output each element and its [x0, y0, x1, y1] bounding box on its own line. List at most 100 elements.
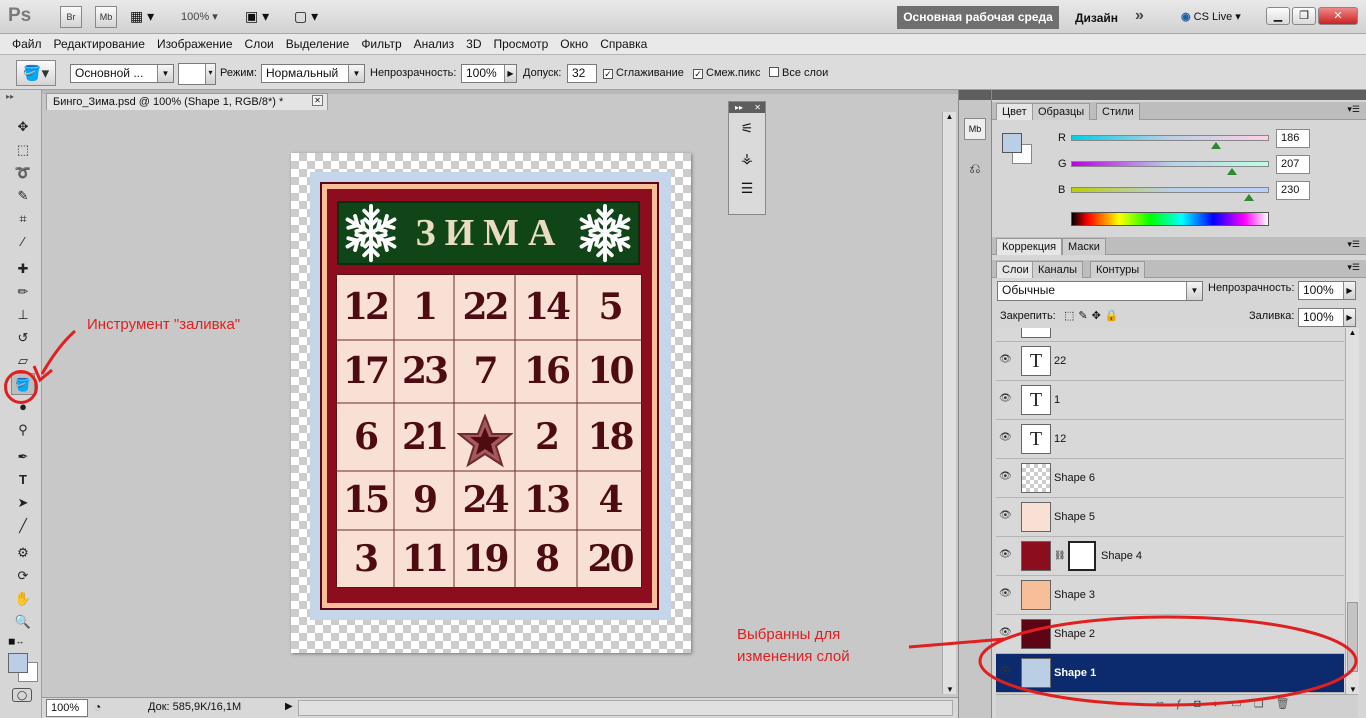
tool-preset-picker[interactable]: 🪣 ▾ [16, 60, 56, 86]
visibility-eye-icon[interactable]: 👁 [999, 588, 1012, 599]
shape-tool-icon[interactable]: ╱ [11, 515, 35, 537]
panel-menu-icon[interactable]: ▾☰ [1347, 104, 1360, 115]
tab-adjustments[interactable]: Коррекция [996, 238, 1063, 255]
view-extras-button[interactable]: ▦ ▾ [130, 8, 165, 26]
type-tool-icon[interactable]: T [11, 469, 35, 491]
pattern-picker[interactable]: ▾ [178, 63, 216, 85]
layer-mask-thumbnail[interactable] [1068, 541, 1096, 571]
panel-menu-icon[interactable]: ▾☰ [1347, 262, 1360, 273]
tab-color[interactable]: Цвет [996, 103, 1033, 120]
tab-channels[interactable]: Каналы [1032, 261, 1084, 278]
red-slider-handle[interactable] [1211, 142, 1221, 149]
more-workspaces-button[interactable]: » [1135, 7, 1144, 25]
move-tool-icon[interactable]: ✥ [11, 116, 35, 138]
minimize-button[interactable]: ▁ [1266, 7, 1290, 25]
workspace-design-button[interactable]: Дизайн [1075, 11, 1118, 25]
toolbox-collapse-icon[interactable]: ▸▸ [6, 92, 14, 101]
quick-mask-icon[interactable]: ◯ [12, 688, 32, 702]
layer-row[interactable]: 👁 T 12 [996, 420, 1344, 459]
menu-view[interactable]: Просмотр [487, 34, 554, 55]
quick-selection-tool-icon[interactable]: ✎ [11, 185, 35, 207]
menu-3d[interactable]: 3D [460, 34, 487, 55]
lock-position-icon[interactable]: ✥ [1092, 310, 1105, 322]
layer-row[interactable]: 👁 T 22 [996, 342, 1344, 381]
tab-paths[interactable]: Контуры [1090, 261, 1146, 278]
clone-stamp-tool-icon[interactable]: ⊥ [11, 304, 35, 326]
menu-filter[interactable]: Фильтр [355, 34, 407, 55]
history-panel-icon[interactable]: ⎌ [964, 160, 986, 182]
mask-link-icon[interactable]: ⛓ [1054, 550, 1065, 561]
lock-transparency-icon[interactable]: ⬚ [1064, 310, 1078, 322]
menu-file[interactable]: Файл [6, 34, 48, 55]
color-fg-swatch[interactable] [1002, 133, 1022, 153]
layer-row[interactable]: 👁 ⛓ Shape 4 [996, 537, 1344, 576]
status-menu-arrow[interactable]: ▶ [285, 701, 293, 712]
close-panel-icon[interactable]: ✕ [754, 102, 765, 113]
lock-pixels-icon[interactable]: ✎ [1078, 310, 1091, 322]
crop-tool-icon[interactable]: ⌗ [11, 208, 35, 230]
visibility-eye-icon[interactable]: 👁 [999, 354, 1012, 365]
tab-masks[interactable]: Маски [1062, 238, 1106, 255]
eyedropper-tool-icon[interactable]: ⁄ [11, 231, 35, 253]
brush-tool-icon[interactable]: ✏ [11, 281, 35, 303]
menu-image[interactable]: Изображение [151, 34, 239, 55]
workspace-essentials-button[interactable]: Основная рабочая среда [897, 6, 1059, 29]
clone-source-icon[interactable]: ⚶ [729, 143, 765, 173]
menu-edit[interactable]: Редактирование [48, 34, 151, 55]
blue-slider[interactable] [1071, 187, 1269, 193]
healing-brush-tool-icon[interactable]: ✚ [11, 258, 35, 280]
scroll-up-icon[interactable]: ▲ [1346, 328, 1359, 337]
mode-select[interactable]: Нормальный ▼ [261, 64, 365, 83]
tool-presets-icon[interactable]: ☰ [729, 173, 765, 203]
blue-value-input[interactable]: 230 [1276, 181, 1310, 200]
menu-help[interactable]: Справка [594, 34, 653, 55]
visibility-eye-icon[interactable]: 👁 [999, 432, 1012, 443]
menu-select[interactable]: Выделение [280, 34, 356, 55]
foreground-color-swatch[interactable] [8, 653, 28, 673]
layer-row-partial[interactable] [996, 328, 1344, 342]
close-tab-icon[interactable]: ✕ [312, 95, 323, 106]
layer-opacity-input[interactable]: 100% ▶ [1298, 281, 1356, 300]
tab-layers[interactable]: Слои [996, 261, 1035, 278]
horizontal-scrollbar[interactable] [298, 700, 953, 716]
3d-rotate-tool-icon[interactable]: ⚙ [11, 542, 35, 564]
3d-orbit-tool-icon[interactable]: ⟳ [11, 565, 35, 587]
zoom-level-menu[interactable]: 100% ▾ [181, 10, 218, 23]
mini-bridge-button[interactable]: Mb [95, 6, 117, 28]
dodge-tool-icon[interactable]: ⚲ [11, 419, 35, 441]
cs-live-menu[interactable]: ◉ CS Live ▾ [1181, 10, 1241, 23]
bridge-button[interactable]: Br [60, 6, 82, 28]
layer-row[interactable]: 👁 Shape 6 [996, 459, 1344, 498]
tab-swatches[interactable]: Образцы [1032, 103, 1091, 120]
opacity-input[interactable]: 100% ▶ [461, 64, 517, 83]
lock-all-icon[interactable]: 🔒 [1105, 310, 1123, 322]
green-slider-handle[interactable] [1227, 168, 1237, 175]
menu-analysis[interactable]: Анализ [408, 34, 461, 55]
marquee-tool-icon[interactable]: ⬚ [11, 139, 35, 161]
contiguous-checkbox[interactable]: ✓ Смеж.пикс [693, 64, 760, 83]
pen-tool-icon[interactable]: ✒ [11, 446, 35, 468]
zoom-tool-icon[interactable]: 🔍 [11, 611, 35, 633]
layer-fill-input[interactable]: 100% ▶ [1298, 308, 1356, 327]
hand-tool-icon[interactable]: ✋ [11, 588, 35, 610]
layer-row[interactable]: 👁 T 1 [996, 381, 1344, 420]
green-slider[interactable] [1071, 161, 1269, 167]
panel-menu-icon[interactable]: ▾☰ [1347, 239, 1360, 250]
tolerance-input[interactable]: 32 [567, 64, 597, 83]
screen-mode-button[interactable]: ▢ ▾ [294, 8, 318, 25]
visibility-eye-icon[interactable]: 👁 [999, 549, 1012, 560]
visibility-eye-icon[interactable]: 👁 [999, 471, 1012, 482]
red-slider[interactable] [1071, 135, 1269, 141]
path-selection-tool-icon[interactable]: ➤ [11, 492, 35, 514]
document-tab[interactable]: Бинго_Зима.psd @ 100% (Shape 1, RGB/8*) … [46, 93, 328, 110]
menu-window[interactable]: Окно [554, 34, 594, 55]
layer-row[interactable]: 👁 Shape 5 [996, 498, 1344, 537]
close-window-button[interactable]: ✕ [1318, 7, 1358, 25]
expand-panel-icon[interactable]: ▸▸ [735, 103, 743, 112]
maximize-button[interactable]: ❐ [1292, 7, 1316, 25]
status-info-icon[interactable]: ◔ [94, 700, 101, 714]
mini-bridge-panel-icon[interactable]: Mb [964, 118, 986, 140]
color-spectrum-bar[interactable] [1071, 212, 1269, 226]
status-zoom-input[interactable]: 100% [46, 699, 88, 717]
red-value-input[interactable]: 186 [1276, 129, 1310, 148]
